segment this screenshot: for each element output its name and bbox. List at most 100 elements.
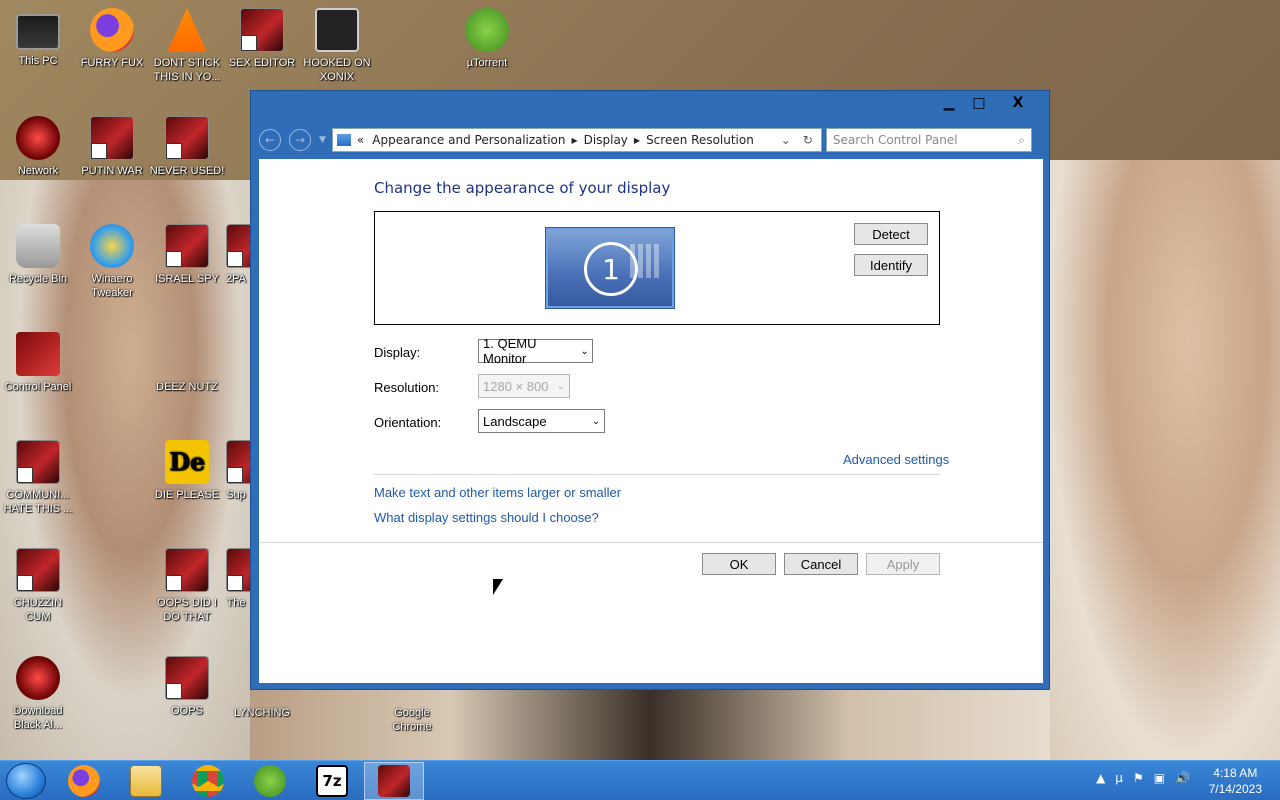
text-size-link[interactable]: Make text and other items larger or smal…: [374, 485, 621, 500]
desktop-icon-label: OOPS: [171, 705, 203, 717]
file-explorer-icon: [130, 765, 162, 797]
desktop-icon-furry-fux[interactable]: FURRY FUX: [74, 8, 150, 70]
clock[interactable]: 4:18 AM 7/14/2023: [1209, 765, 1262, 797]
desktop-icon-communi[interactable]: COMMUNI... HATE THIS ...: [0, 440, 76, 516]
desktop-icon-the[interactable]: The: [222, 548, 250, 610]
desktop-icon-label: Download Black Al...: [13, 705, 63, 731]
desktop-icon-control-panel[interactable]: Control Panel: [0, 332, 76, 394]
desktop-icon-lynching[interactable]: LYNCHING: [224, 690, 300, 720]
chevron-down-icon: ⌄: [591, 415, 601, 427]
address-row: ← → ▼ « Appearance and Personalization ▶…: [259, 127, 1043, 153]
desktop-icon-download-black[interactable]: Download Black Al...: [0, 656, 76, 732]
address-bar[interactable]: « Appearance and Personalization ▶ Displ…: [331, 128, 822, 152]
apply-button[interactable]: Apply: [866, 553, 940, 575]
taskbar-active-window[interactable]: [364, 762, 424, 800]
start-button[interactable]: [6, 763, 46, 799]
network-icon: [16, 116, 60, 160]
resolution-select[interactable]: 1280 × 800 ⌄: [478, 374, 570, 398]
taskbar: 7z ▲ µ ⚑ ▣ 🔊 4:18 AM 7/14/2023: [0, 760, 1280, 800]
refresh-icon[interactable]: ↻: [803, 133, 813, 147]
search-placeholder: Search Control Panel: [832, 133, 958, 147]
identify-button[interactable]: Identify: [854, 254, 928, 276]
network-icon[interactable]: ▣: [1154, 771, 1165, 785]
desktop-icon-label: SEX EDITOR: [228, 57, 296, 69]
desktop-icon-label: This PC: [18, 55, 58, 67]
breadcrumb-display[interactable]: Display: [584, 133, 628, 147]
taskbar-utorrent[interactable]: [240, 762, 300, 800]
desktop-icon-label: OOPS DID I DO THAT: [157, 597, 217, 623]
taskbar-chrome[interactable]: [178, 762, 238, 800]
advanced-settings-link[interactable]: Advanced settings: [843, 452, 949, 467]
desktop-icon-label: COMMUNI... HATE THIS ...: [3, 489, 73, 515]
cancel-button[interactable]: Cancel: [784, 553, 858, 575]
display-label: Display:: [374, 345, 421, 360]
search-icon[interactable]: ⌕: [1018, 133, 1025, 148]
desktop-icon-label: FURRY FUX: [80, 57, 144, 69]
desktop-icon-deez-nutz[interactable]: DEEZ NUTZ: [149, 332, 459, 466]
orientation-select[interactable]: Landscape ⌄: [478, 409, 605, 433]
chevron-down-icon[interactable]: ⌄: [781, 133, 791, 147]
desktop-icon-hooked-on-xonix[interactable]: HOOKED ON XONIX: [299, 8, 375, 84]
desktop-icon-label: HOOKED ON XONIX: [303, 57, 371, 83]
utorrent-tray-icon[interactable]: µ: [1115, 771, 1123, 785]
chevron-down-icon: ⌄: [556, 380, 566, 392]
app-icon: [315, 8, 359, 52]
desktop-icon-putin-war[interactable]: PUTIN WAR: [74, 116, 150, 178]
minimize-button[interactable]: ▁: [935, 93, 963, 113]
app-icon: [378, 765, 410, 797]
desktop-icon-israel-spy[interactable]: ISRAEL SPY: [149, 224, 225, 286]
flag-icon[interactable]: ⚑: [1133, 771, 1144, 785]
mouse-cursor-icon: [493, 579, 503, 595]
desktop-icon-dont-stick[interactable]: DONT STICK THIS IN YO...: [149, 8, 225, 84]
screen-resolution-window: ▁ □ X ← → ▼ « Appearance and Personaliza…: [250, 90, 1050, 690]
desktop-icon-winaero-tweaker[interactable]: Winaero Tweaker: [74, 224, 150, 300]
search-input[interactable]: Search Control Panel ⌕: [825, 128, 1032, 152]
recent-pages-dropdown[interactable]: ▼: [319, 135, 326, 145]
forward-arrow-icon: →: [294, 133, 306, 147]
breadcrumb-separator[interactable]: ▶: [572, 136, 578, 145]
show-hidden-icons-icon[interactable]: ▲: [1096, 771, 1105, 785]
desktop-icon-chuzzin[interactable]: CHUZZIN CUM: [0, 548, 76, 624]
desktop-icon-sup[interactable]: Sup: [222, 440, 250, 502]
divider: [259, 542, 1043, 543]
resolution-value: 1280 × 800: [483, 378, 549, 394]
breadcrumb-prefix[interactable]: «: [357, 133, 364, 147]
breadcrumb-appearance[interactable]: Appearance and Personalization: [372, 133, 565, 147]
chevron-down-icon: ⌄: [580, 345, 589, 357]
breadcrumb-separator[interactable]: ▶: [634, 136, 640, 145]
vlc-icon: [167, 8, 207, 52]
desktop-icon-never-used[interactable]: NEVER USED!: [149, 116, 225, 178]
desktop-icon-google-chrome[interactable]: Google Chrome: [374, 690, 450, 734]
display-help-link[interactable]: What display settings should I choose?: [374, 510, 599, 525]
ok-button[interactable]: OK: [702, 553, 776, 575]
taskbar-7zip[interactable]: 7z: [302, 762, 362, 800]
desktop-icon-die-please[interactable]: De DIE PLEASE: [149, 440, 225, 502]
desktop-icon-utorrent[interactable]: µTorrent: [449, 8, 525, 70]
desktop-icon-label: The: [226, 597, 246, 609]
taskbar-file-explorer[interactable]: [116, 762, 176, 800]
forward-button[interactable]: →: [289, 129, 311, 151]
desktop-icon-this-pc[interactable]: This PC: [0, 8, 76, 68]
desktop-icon-recycle-bin[interactable]: Recycle Bin: [0, 224, 76, 286]
volume-icon[interactable]: 🔊: [1175, 771, 1190, 785]
detect-button[interactable]: Detect: [854, 223, 928, 245]
desktop-icon-label: Control Panel: [4, 381, 72, 393]
desktop-icon-sex-editor[interactable]: SEX EDITOR: [224, 8, 300, 70]
desktop-icon-oops-did-i[interactable]: OOPS DID I DO THAT: [149, 548, 225, 624]
desktop-icon-label: µTorrent: [466, 57, 508, 69]
monitor-1-preview[interactable]: 1: [545, 227, 675, 309]
back-button[interactable]: ←: [259, 129, 281, 151]
firefox-icon: [68, 765, 100, 797]
app-icon: [16, 656, 60, 700]
app-icon: [16, 548, 60, 592]
desktop-icon-2pa[interactable]: 2PA: [222, 224, 250, 286]
desktop-icon-label: Recycle Bin: [8, 273, 68, 285]
desktop-icon-label: Winaero Tweaker: [91, 273, 133, 299]
breadcrumb-screen-resolution[interactable]: Screen Resolution: [646, 133, 754, 147]
close-button[interactable]: X: [995, 93, 1041, 113]
taskbar-firefox[interactable]: [54, 762, 114, 800]
desktop-icon-oops[interactable]: OOPS: [149, 656, 225, 718]
display-select[interactable]: 1. QEMU Monitor ⌄: [478, 336, 593, 366]
desktop-icon-network[interactable]: Network: [0, 116, 76, 178]
maximize-button[interactable]: □: [965, 93, 993, 113]
